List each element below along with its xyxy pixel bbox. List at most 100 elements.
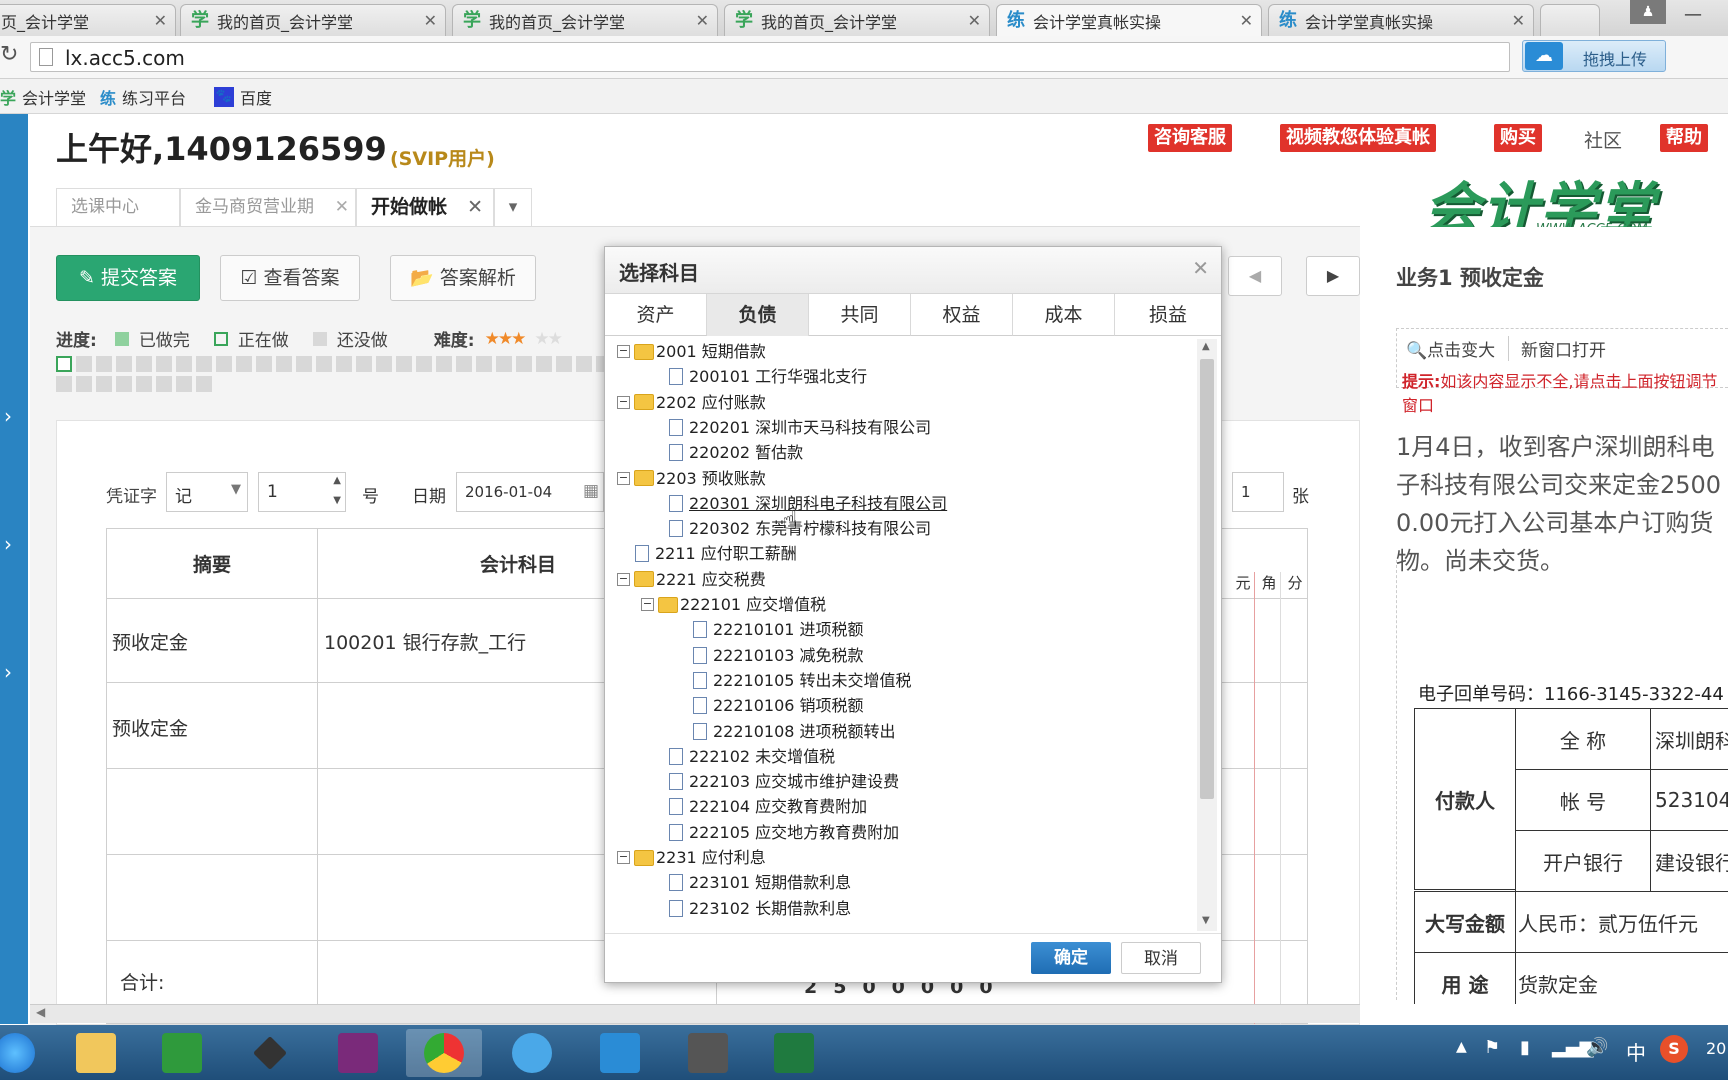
tray-expand-icon[interactable]: ▲ <box>1456 1039 1467 1055</box>
tree-leaf-node[interactable]: 220201 深圳市天马科技有限公司 <box>641 415 931 440</box>
tab-liabilities[interactable]: 负债 <box>707 294 809 336</box>
tab-assets[interactable]: 资产 <box>605 294 707 336</box>
collapse-toggle-icon[interactable]: − <box>641 598 654 611</box>
progress-square[interactable] <box>116 356 132 372</box>
tree-leaf-node[interactable]: 223101 短期借款利息 <box>641 870 851 895</box>
tree-leaf-node[interactable]: 22210101 进项税额 <box>665 617 864 642</box>
bookmark-baidu[interactable]: 🐾 百度 <box>214 85 272 109</box>
progress-square[interactable] <box>356 356 372 372</box>
tree-leaf-node[interactable]: 22210106 销项税额 <box>665 693 864 718</box>
chrome-icon[interactable] <box>406 1029 482 1077</box>
progress-square[interactable] <box>476 356 492 372</box>
chevron-right-icon[interactable]: › <box>4 404 12 428</box>
close-icon[interactable]: ✕ <box>1192 256 1209 280</box>
collapse-toggle-icon[interactable]: − <box>617 345 630 358</box>
collapse-toggle-icon[interactable]: − <box>617 851 630 864</box>
clock[interactable]: 20 <box>1706 1039 1726 1058</box>
store-icon[interactable] <box>144 1029 220 1077</box>
volume-icon[interactable]: 🔊 <box>1586 1037 1608 1058</box>
minimize-icon[interactable]: — <box>1684 4 1702 25</box>
scroll-up-icon[interactable]: ▲ <box>1202 341 1210 352</box>
tree-leaf-node[interactable]: 200101 工行华强北支行 <box>641 364 867 389</box>
progress-square[interactable] <box>96 356 112 372</box>
tree-leaf-node[interactable]: 22210103 减免税款 <box>665 643 864 668</box>
cloud-upload-icon[interactable] <box>582 1029 658 1077</box>
view-answer-button[interactable]: ☑ 查看答案 <box>220 255 360 301</box>
close-icon[interactable]: ✕ <box>154 11 167 30</box>
answer-analysis-button[interactable]: 📂 答案解析 <box>390 255 536 301</box>
community-link[interactable]: 社区 <box>1584 126 1622 153</box>
tree-folder-node[interactable]: −222101 应交增值税 <box>641 592 826 617</box>
progress-square[interactable] <box>296 356 312 372</box>
progress-square[interactable] <box>196 356 212 372</box>
chevron-right-icon[interactable]: › <box>4 660 12 684</box>
scroll-left-icon[interactable]: ◀ <box>36 1005 45 1019</box>
progress-square[interactable] <box>56 376 72 392</box>
progress-square[interactable] <box>376 356 392 372</box>
progress-square[interactable] <box>276 356 292 372</box>
collapse-toggle-icon[interactable]: − <box>617 471 630 485</box>
progress-square[interactable] <box>556 356 572 372</box>
row-1-summary[interactable]: 预收定金 <box>112 628 188 655</box>
tab-jinma-trading[interactable]: 金马商贸营业期 ✕ <box>180 188 356 226</box>
voucher-word-select[interactable]: 记 ▼ <box>166 472 248 512</box>
row-1-account[interactable]: 100201 银行存款_工行 <box>324 628 526 655</box>
progress-square[interactable] <box>176 376 192 392</box>
progress-square[interactable] <box>76 356 92 372</box>
progress-square[interactable] <box>76 376 92 392</box>
progress-square[interactable] <box>316 356 332 372</box>
scroll-down-icon[interactable]: ▼ <box>1202 915 1210 926</box>
voucher-number-stepper[interactable]: 1 ▲ ▼ <box>258 472 346 512</box>
tree-leaf-node[interactable]: 22210105 转出未交增值税 <box>665 668 912 693</box>
attachment-count-input[interactable]: 1 <box>1232 472 1284 512</box>
stepper-down-icon[interactable]: ▼ <box>333 495 341 506</box>
bookmark-practice[interactable]: 练 练习平台 <box>100 85 186 109</box>
buy-button[interactable]: 购买 <box>1494 124 1542 152</box>
progress-square[interactable] <box>536 356 552 372</box>
url-input[interactable]: lx.acc5.com <box>30 42 1510 72</box>
browser-tab-3[interactable]: 学 我的首页_会计学堂 ✕ <box>452 4 718 36</box>
flag-icon[interactable]: ⚑ <box>1484 1037 1500 1058</box>
new-window-link[interactable]: 新窗口打开 <box>1508 336 1606 361</box>
tree-leaf-node[interactable]: 222103 应交城市维护建设费 <box>641 769 899 794</box>
zoom-link[interactable]: 🔍点击变大 <box>1406 336 1495 361</box>
bookmark-kuaiji[interactable]: 学 会计学堂 <box>0 85 86 109</box>
prev-business-button[interactable]: ◀ <box>1228 256 1282 296</box>
confirm-button[interactable]: 确定 <box>1031 942 1111 974</box>
close-icon[interactable]: ✕ <box>424 11 437 30</box>
tab-dropdown-button[interactable]: ▾ <box>494 188 532 226</box>
scrollbar-thumb[interactable] <box>1200 359 1214 799</box>
tree-folder-node[interactable]: −2001 短期借款 <box>617 339 766 364</box>
tab-equity[interactable]: 权益 <box>911 294 1013 336</box>
progress-square[interactable] <box>516 356 532 372</box>
progress-square[interactable] <box>116 376 132 392</box>
close-icon[interactable]: ✕ <box>1240 11 1253 30</box>
horizontal-scrollbar[interactable]: ◀ <box>30 1004 1360 1023</box>
close-icon[interactable]: ✕ <box>467 189 483 225</box>
progress-square[interactable] <box>256 356 272 372</box>
progress-square[interactable] <box>96 376 112 392</box>
progress-square[interactable] <box>336 356 352 372</box>
progress-square[interactable] <box>436 356 452 372</box>
progress-square[interactable] <box>136 356 152 372</box>
tree-leaf-node[interactable]: 223102 长期借款利息 <box>641 896 851 921</box>
tree-leaf-node[interactable]: 222102 未交增值税 <box>641 744 835 769</box>
progress-square[interactable] <box>236 356 252 372</box>
browser-tab-6[interactable]: 练 会计学堂真帐实操 ✕ <box>1268 4 1534 36</box>
submit-answer-button[interactable]: ✎ 提交答案 <box>56 255 200 301</box>
file-explorer-icon[interactable] <box>58 1029 134 1077</box>
ime-indicator[interactable]: 中 <box>1626 1037 1646 1066</box>
chevron-right-icon[interactable]: › <box>4 532 12 556</box>
progress-square[interactable] <box>496 356 512 372</box>
tab-common[interactable]: 共同 <box>809 294 911 336</box>
progress-square[interactable] <box>396 356 412 372</box>
tab-course-center[interactable]: 选课中心 <box>56 188 180 226</box>
tab-start-bookkeeping[interactable]: 开始做帐 ✕ <box>356 188 494 226</box>
tab-cost[interactable]: 成本 <box>1013 294 1115 336</box>
ie-icon[interactable] <box>0 1029 40 1077</box>
row-2-summary[interactable]: 预收定金 <box>112 714 188 741</box>
progress-square[interactable] <box>176 356 192 372</box>
close-icon[interactable]: ✕ <box>968 11 981 30</box>
tree-leaf-node[interactable]: 222104 应交教育费附加 <box>641 794 867 819</box>
collapse-toggle-icon[interactable]: − <box>617 395 630 409</box>
